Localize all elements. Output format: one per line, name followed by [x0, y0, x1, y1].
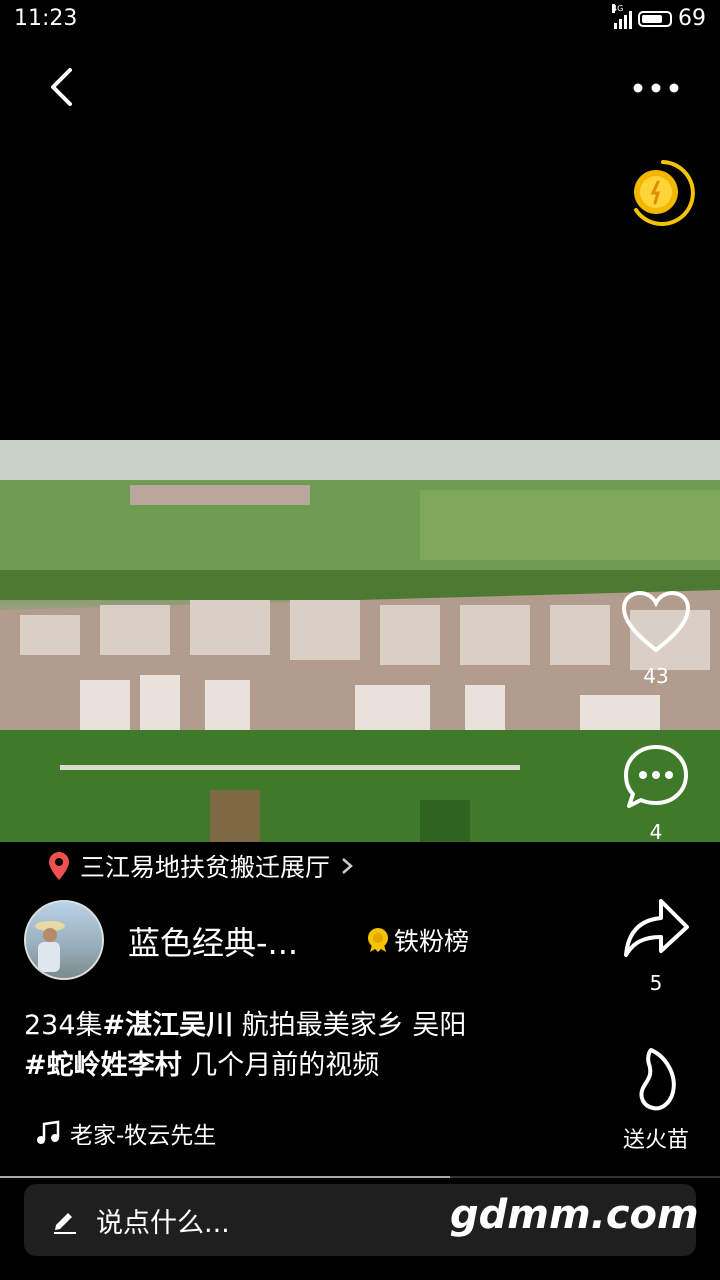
battery-icon [638, 10, 672, 27]
music-link[interactable]: 老家-牧云先生 [36, 1116, 216, 1150]
share-count: 5 [649, 971, 663, 995]
share-button[interactable]: 5 [616, 893, 696, 995]
progress-fill [0, 1176, 450, 1178]
coin-icon [634, 160, 695, 226]
battery-level: 69 [678, 6, 706, 31]
author-avatar[interactable] [24, 900, 104, 980]
playback-progress[interactable] [0, 1176, 720, 1178]
flame-icon [639, 1048, 676, 1111]
video-frame[interactable] [0, 440, 720, 842]
comment-button[interactable]: 4 [616, 742, 696, 844]
comment-placeholder: 说点什么... [96, 1207, 230, 1239]
author-name[interactable]: 蓝色经典-... [128, 918, 298, 964]
send-flame-button[interactable]: 送火苗 [606, 1046, 706, 1154]
share-arrow-icon [624, 899, 689, 957]
back-button[interactable] [40, 64, 86, 110]
like-count: 43 [643, 664, 669, 688]
signal-icon: 4G [612, 3, 632, 29]
aerial-village-image [0, 440, 720, 842]
location-link[interactable]: 三江易地扶贫搬迁展厅 [48, 848, 354, 884]
status-indicators: 4G 69 [612, 3, 706, 31]
pencil-icon [54, 1213, 76, 1234]
fans-ranking-label: 铁粉榜 [394, 927, 470, 956]
hashtag-link[interactable]: #蛇岭姓李村 [24, 1050, 182, 1081]
caption-text: 航拍最美家乡 吴阳 [233, 1010, 467, 1041]
caption-text: 234集 [24, 1010, 103, 1041]
status-time: 11:23 [14, 6, 78, 31]
status-bar: 11:23 4G 69 [0, 0, 720, 40]
comment-count: 4 [649, 820, 663, 844]
avatar-image [35, 921, 65, 972]
music-title: 老家-牧云先生 [70, 1123, 217, 1149]
network-label: 4G [612, 3, 624, 13]
location-pin-icon [49, 852, 69, 880]
caption-text: 几个月前的视频 [181, 1050, 380, 1081]
more-button[interactable] [628, 70, 684, 106]
heart-icon [621, 590, 691, 653]
comment-bubble-icon [624, 745, 688, 808]
medal-icon [368, 928, 388, 952]
chevron-left-icon [51, 68, 72, 106]
send-flame-label: 送火苗 [622, 1128, 689, 1153]
more-dots-icon [633, 83, 679, 93]
music-note-icon [37, 1120, 60, 1144]
chevron-right-icon [342, 858, 353, 874]
hashtag-link[interactable]: #湛江吴川 [103, 1010, 234, 1041]
watermark: gdmm.com [450, 1192, 699, 1238]
fans-ranking-link[interactable]: 铁粉榜 [366, 922, 469, 958]
video-caption: 234集#湛江吴川 航拍最美家乡 吴阳 #蛇岭姓李村 几个月前的视频 [24, 1006, 584, 1086]
location-name: 三江易地扶贫搬迁展厅 [80, 853, 331, 882]
like-button[interactable]: 43 [616, 590, 696, 688]
coin-reward-button[interactable] [628, 158, 698, 228]
